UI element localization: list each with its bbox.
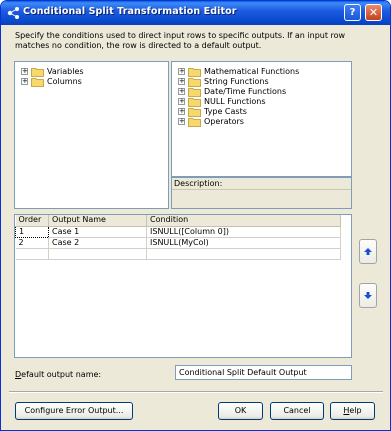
- description-body: [172, 190, 351, 208]
- arrow-up-icon: [364, 248, 372, 255]
- expand-icon[interactable]: +: [178, 88, 185, 95]
- title-bar[interactable]: Conditional Split Transformation Editor …: [1, 1, 390, 25]
- grid-header-row: Order Output Name Condition: [15, 215, 341, 227]
- folder-icon: [188, 98, 201, 107]
- expand-icon[interactable]: +: [178, 118, 185, 125]
- folder-icon: [188, 78, 201, 87]
- table-row-empty[interactable]: [15, 248, 341, 260]
- default-output-label: Default output name:: [15, 370, 102, 379]
- conditions-grid[interactable]: Order Output Name Condition 1 Case 1 ISN…: [14, 214, 352, 358]
- functions-tree[interactable]: + Mathematical Functions + String Functi…: [171, 61, 352, 177]
- expand-icon[interactable]: +: [178, 108, 185, 115]
- move-up-button[interactable]: [359, 239, 377, 264]
- table-row[interactable]: 2 Case 2 ISNULL(MyCol): [15, 237, 341, 249]
- help-button[interactable]: Help: [330, 402, 375, 420]
- window-title: Conditional Split Transformation Editor: [23, 6, 237, 17]
- folder-icon: [31, 78, 44, 87]
- dialog-window: Conditional Split Transformation Editor …: [0, 0, 391, 431]
- configure-error-output-button[interactable]: Configure Error Output...: [15, 402, 133, 420]
- condition-cell[interactable]: [146, 248, 341, 260]
- folder-icon: [188, 118, 201, 127]
- folder-icon: [188, 88, 201, 97]
- expand-icon[interactable]: +: [178, 78, 185, 85]
- column-header-condition[interactable]: Condition: [146, 215, 341, 227]
- columns-variables-tree[interactable]: + Variables + Columns: [14, 61, 169, 209]
- title-close-button[interactable]: ✕: [365, 4, 382, 21]
- description-panel: Description:: [171, 177, 352, 209]
- order-cell[interactable]: 2: [15, 237, 49, 249]
- separator: [9, 391, 383, 393]
- folder-icon: [31, 68, 44, 77]
- transformation-icon: [7, 7, 19, 19]
- output-name-cell[interactable]: Case 1: [48, 226, 147, 238]
- expand-icon[interactable]: +: [178, 68, 185, 75]
- default-output-field[interactable]: Conditional Split Default Output: [175, 365, 352, 380]
- column-header-order[interactable]: Order: [15, 215, 49, 227]
- folder-icon: [188, 108, 201, 117]
- order-cell[interactable]: 1: [15, 225, 49, 238]
- arrow-down-icon: [364, 292, 372, 299]
- order-cell[interactable]: [15, 248, 49, 260]
- title-help-button[interactable]: ?: [344, 4, 361, 21]
- condition-cell[interactable]: ISNULL([Column 0]): [146, 226, 341, 238]
- expand-icon[interactable]: +: [21, 68, 28, 75]
- output-name-cell[interactable]: Case 2: [48, 237, 147, 249]
- folder-icon: [188, 68, 201, 77]
- column-header-output-name[interactable]: Output Name: [48, 215, 147, 227]
- dialog-description: Specify the conditions used to direct in…: [15, 31, 346, 50]
- ok-button[interactable]: OK: [218, 402, 263, 420]
- expand-icon[interactable]: +: [178, 98, 185, 105]
- expand-icon[interactable]: +: [21, 78, 28, 85]
- move-down-button[interactable]: [359, 283, 377, 308]
- output-name-cell[interactable]: [48, 248, 147, 260]
- condition-cell[interactable]: ISNULL(MyCol): [146, 237, 341, 249]
- cancel-button[interactable]: Cancel: [270, 402, 324, 420]
- description-label: Description:: [172, 178, 351, 190]
- table-row[interactable]: 1 Case 1 ISNULL([Column 0]): [15, 225, 341, 238]
